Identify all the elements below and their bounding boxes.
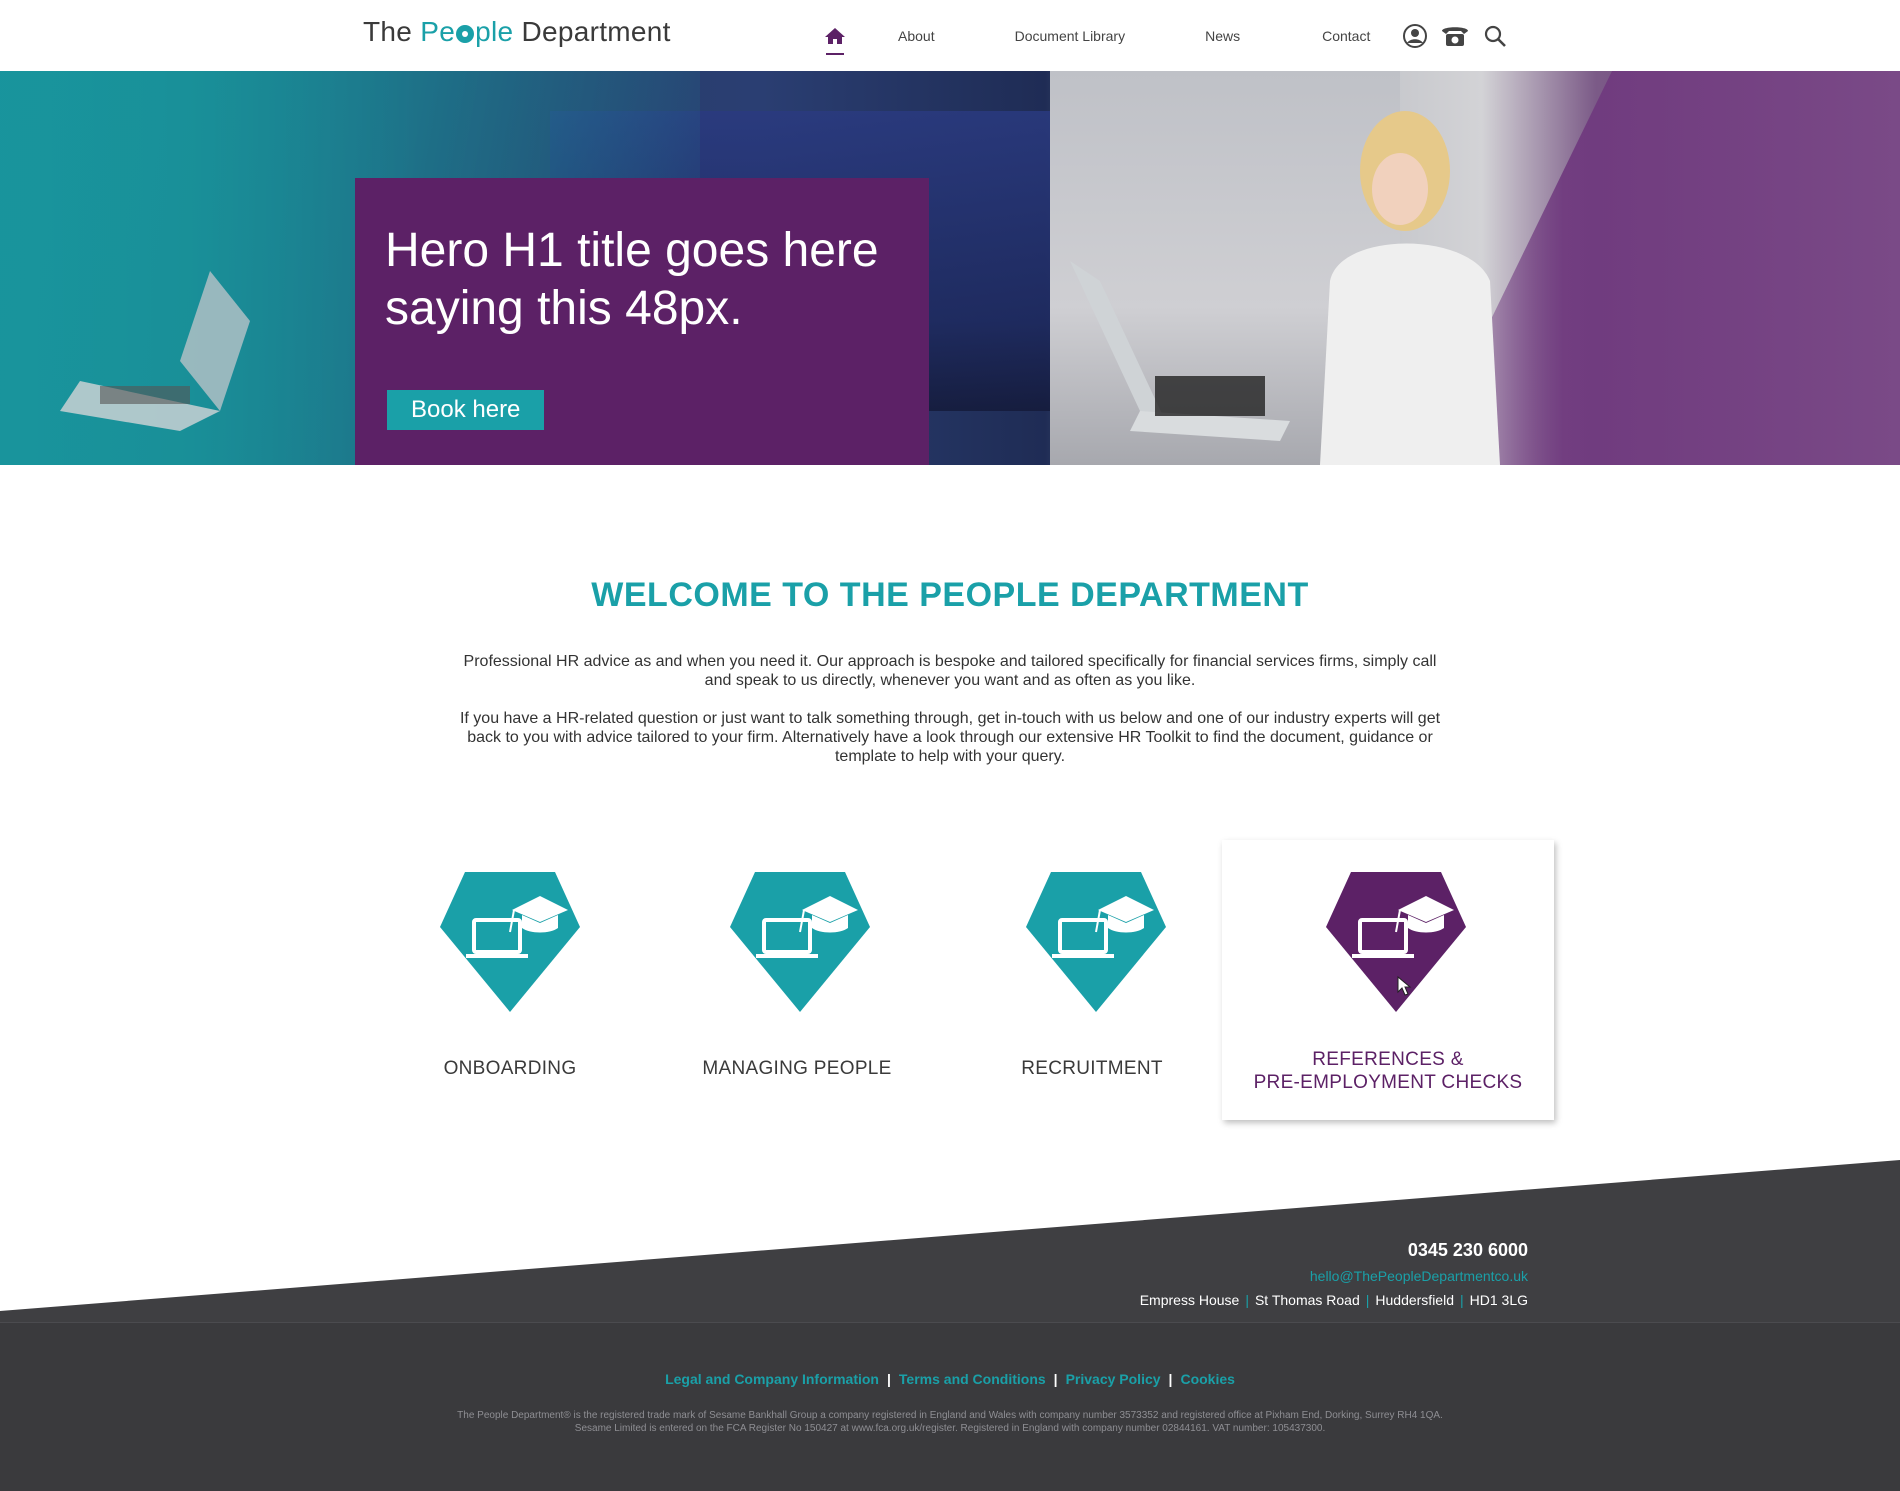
home-icon <box>825 27 845 44</box>
nav-document-library[interactable]: Document Library <box>1015 28 1126 44</box>
laptop-illustration-left <box>60 271 250 431</box>
address-line-3: Huddersfield <box>1375 1292 1454 1308</box>
nav-contact[interactable]: Contact <box>1322 28 1370 44</box>
privacy-link[interactable]: Privacy Policy <box>1066 1371 1161 1387</box>
logo-text-pe: Pe <box>420 16 456 47</box>
laptop-graduation-icon <box>730 872 870 1012</box>
nav-about[interactable]: About <box>898 28 935 44</box>
terms-link[interactable]: Terms and Conditions <box>899 1371 1046 1387</box>
hero-photo-woman <box>1320 111 1500 465</box>
footer-address: Empress House | St Thomas Road | Huddersfiel… <box>1140 1292 1528 1308</box>
cookies-link[interactable]: Cookies <box>1180 1371 1234 1387</box>
service-label-references: REFERENCES & PRE-EMPLOYMENT CHECKS <box>1222 1048 1554 1094</box>
service-tile-managing-people[interactable]: MANAGING PEOPLE <box>672 840 922 1120</box>
fine-print-line-1: The People Department® is the registered… <box>457 1410 1443 1421</box>
logo-o-dot-icon <box>456 25 475 43</box>
intro-paragraph-1: Professional HR advice as and when you n… <box>463 653 1437 689</box>
link-separator: | <box>886 1371 891 1387</box>
service-label-references-line2: PRE-EMPLOYMENT CHECKS <box>1253 1072 1523 1093</box>
service-label-recruitment: RECRUITMENT <box>1021 1058 1163 1079</box>
hero-card: Hero H1 title goes here saying this 48px… <box>355 178 929 465</box>
user-icon[interactable] <box>1400 21 1430 51</box>
laptop-graduation-icon <box>440 872 580 1012</box>
address-line-2: St Thomas Road <box>1254 1292 1360 1308</box>
main-nav: About Document Library News Contact <box>820 0 1520 71</box>
intro-paragraph-2: If you have a HR-related question or jus… <box>459 710 1441 765</box>
service-label-references-line1: REFERENCES & <box>1312 1049 1464 1070</box>
address-separator: | <box>1365 1292 1370 1308</box>
address-line-4: HD1 3LG <box>1469 1292 1528 1308</box>
footer-email-link[interactable]: hello@ThePeopleDepartmentco.uk <box>1310 1268 1528 1284</box>
footer-bottom-bar <box>0 1322 1900 1491</box>
site-header: The Pe ple Department About Document Libr… <box>0 0 1900 71</box>
footer-fine-print: The People Department® is the registered… <box>300 1409 1600 1435</box>
footer-legal-links: Legal and Company Information | Terms and … <box>0 1371 1900 1387</box>
hero-banner: Hero H1 title goes here saying this 48px… <box>0 71 1900 465</box>
service-label-onboarding: ONBOARDING <box>443 1058 577 1079</box>
address-line-1: Empress House <box>1139 1292 1240 1308</box>
phone-icon[interactable] <box>1440 21 1470 51</box>
search-icon[interactable] <box>1480 21 1510 51</box>
laptop-illustration-right <box>1070 261 1290 441</box>
service-tile-references[interactable]: REFERENCES & PRE-EMPLOYMENT CHECKS <box>1222 840 1554 1120</box>
fine-print-line-2: Sesame Limited is entered on the FCA Reg… <box>574 1423 1326 1434</box>
footer-phone[interactable]: 0345 230 6000 <box>1408 1240 1528 1261</box>
nav-home[interactable] <box>820 21 850 55</box>
laptop-graduation-icon <box>1326 872 1466 1012</box>
link-separator: | <box>1053 1371 1058 1387</box>
site-logo[interactable]: The Pe ple Department <box>363 16 671 48</box>
hero-title: Hero H1 title goes here saying this 48px… <box>385 224 879 335</box>
nav-news[interactable]: News <box>1205 28 1240 44</box>
link-separator: | <box>1168 1371 1173 1387</box>
logo-text-department: Department <box>521 16 671 47</box>
book-here-button[interactable]: Book here <box>387 390 545 430</box>
service-label-managing-people: MANAGING PEOPLE <box>702 1058 892 1079</box>
address-separator: | <box>1460 1292 1464 1308</box>
service-tile-onboarding[interactable]: ONBOARDING <box>385 840 635 1120</box>
legal-company-info-link[interactable]: Legal and Company Information <box>665 1371 879 1387</box>
service-tile-recruitment[interactable]: RECRUITMENT <box>967 840 1217 1120</box>
logo-text-ple: ple <box>475 16 514 47</box>
logo-text-the: The <box>363 16 413 47</box>
address-separator: | <box>1245 1292 1249 1308</box>
laptop-graduation-icon <box>1026 872 1166 1012</box>
welcome-title: WELCOME TO THE PEOPLE DEPARTMENT <box>591 576 1309 614</box>
